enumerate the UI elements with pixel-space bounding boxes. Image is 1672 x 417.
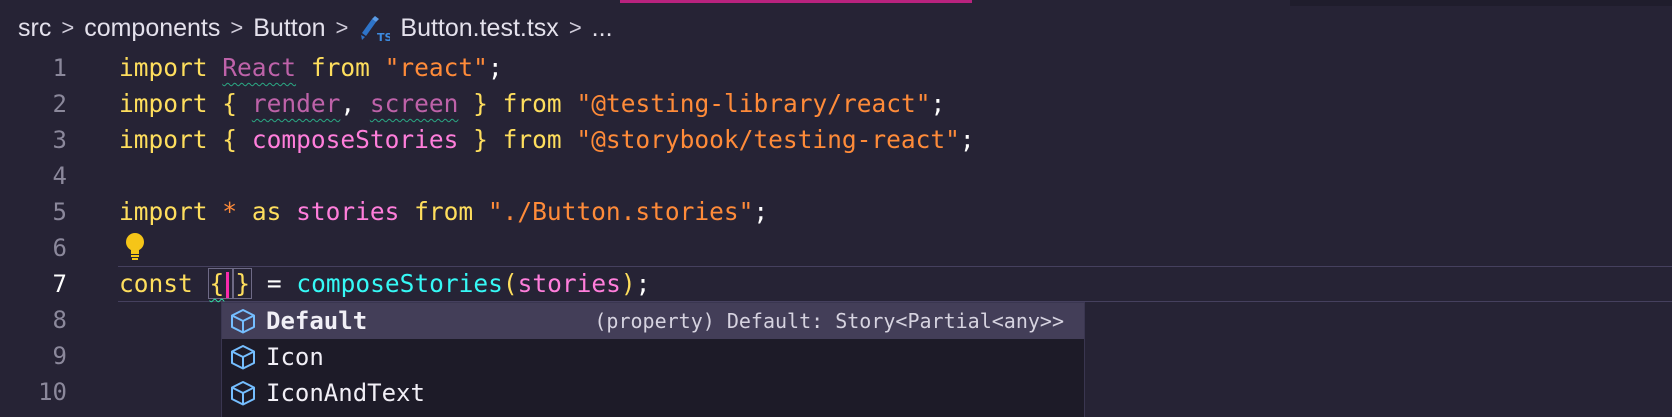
tab-bar-strip — [1290, 0, 1672, 6]
chevron-right-icon: > — [230, 15, 244, 40]
lightbulb-icon[interactable] — [124, 230, 146, 264]
line-number: 4 — [52, 162, 67, 190]
line-number: 6 — [52, 234, 67, 262]
chevron-right-icon: > — [335, 15, 349, 40]
breadcrumb-item-src[interactable]: src — [18, 14, 51, 43]
suggestion-label: IconAndText — [266, 379, 425, 407]
breadcrumb: src > components > Button > TS Button.te… — [18, 10, 613, 46]
breadcrumb-item-components[interactable]: components — [84, 14, 220, 43]
breadcrumb-item-more[interactable]: ... — [592, 14, 613, 43]
line-number: 9 — [52, 342, 67, 370]
property-cube-icon — [231, 381, 255, 406]
code-line: 4 — [0, 158, 1672, 194]
line-number: 3 — [52, 126, 67, 154]
breadcrumb-item-button[interactable]: Button — [253, 14, 325, 43]
code-text[interactable]: import React from "react"; — [119, 50, 503, 86]
line-number: 5 — [52, 198, 67, 226]
suggestion-label: Icon — [266, 343, 324, 371]
code-line: 1 import React from "react"; — [0, 50, 1672, 86]
suggestion-item[interactable]: Default (property) Default: Story<Partia… — [222, 303, 1084, 339]
suggestion-detail: (property) Default: Story<Partial<any>> — [594, 309, 1064, 333]
text-cursor — [226, 272, 230, 298]
typescript-test-icon: TS — [358, 13, 390, 43]
line-number: 8 — [52, 306, 67, 334]
property-cube-icon — [231, 309, 255, 334]
line-number: 1 — [52, 54, 67, 82]
line-number: 2 — [52, 90, 67, 118]
svg-text:TS: TS — [377, 31, 390, 43]
code-text[interactable]: import { render, screen } from "@testing… — [119, 86, 945, 122]
suggestion-label: Default — [266, 307, 368, 335]
bracket-match: { — [207, 268, 234, 299]
chevron-right-icon: > — [568, 15, 582, 40]
code-line: 3 import { composeStories } from "@story… — [0, 122, 1672, 158]
property-cube-icon — [231, 345, 255, 370]
suggestion-item[interactable]: IconAndText — [222, 375, 1084, 411]
code-line: 5 import * as stories from "./Button.sto… — [0, 194, 1672, 230]
active-tab-indicator — [620, 0, 972, 3]
code-line: 2 import { render, screen } from "@testi… — [0, 86, 1672, 122]
line-number: 7 — [52, 270, 67, 298]
code-text[interactable]: import * as stories from "./Button.stori… — [119, 194, 768, 230]
suggestion-widget: Default (property) Default: Story<Partia… — [221, 302, 1085, 417]
code-text[interactable]: import { composeStories } from "@storybo… — [119, 122, 975, 158]
code-line: 6 — [0, 230, 1672, 266]
suggestion-item[interactable]: Icon — [222, 339, 1084, 375]
code-line-active: 7 const {} = composeStories(stories); — [0, 266, 1672, 302]
code-text[interactable]: const {} = composeStories(stories); — [119, 266, 650, 302]
chevron-right-icon: > — [61, 15, 75, 40]
line-number: 10 — [38, 378, 67, 406]
breadcrumb-item-file[interactable]: Button.test.tsx — [400, 14, 558, 43]
